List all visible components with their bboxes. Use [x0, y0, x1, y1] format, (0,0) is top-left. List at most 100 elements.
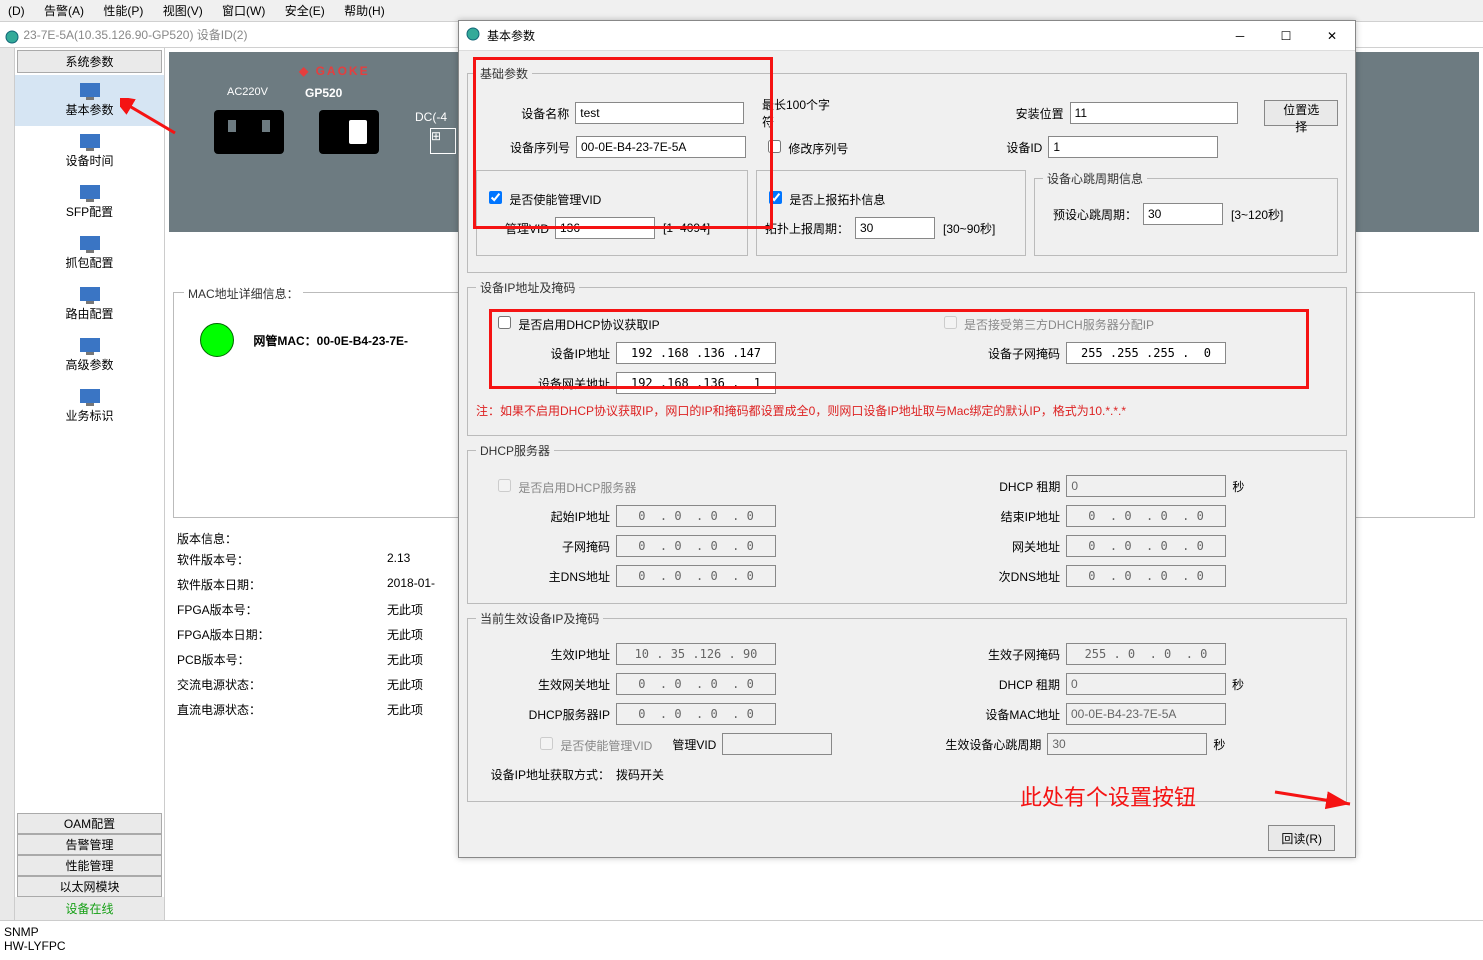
start-input	[616, 505, 776, 527]
menu-d[interactable]: (D)	[0, 4, 33, 18]
sidebar-alarm-mgmt[interactable]: 告警管理	[17, 834, 162, 855]
device-icon	[80, 236, 100, 250]
cur-mac-input	[1066, 703, 1226, 725]
sidebar-header[interactable]: 系统参数	[17, 50, 162, 73]
dhcpsrv-legend: DHCP服务器	[476, 442, 554, 459]
sidebar-item-sfp[interactable]: SFP配置	[15, 177, 164, 228]
ver-value: 无此项	[387, 676, 423, 693]
left-gutter	[0, 48, 15, 920]
ver-label: FPGA版本号：	[177, 601, 387, 618]
menu-alarm[interactable]: 告警(A)	[36, 4, 92, 18]
dhcpsrv-group: DHCP服务器 是否启用DHCP服务器 DHCP 租期 秒 起始IP地址 结束I…	[467, 442, 1347, 604]
name-input[interactable]	[575, 102, 744, 124]
footer-snmp: SNMP	[4, 925, 1479, 939]
reread-button[interactable]: 回读(R)	[1268, 825, 1335, 851]
minimize-button[interactable]: ─	[1217, 21, 1263, 51]
install-input[interactable]	[1070, 102, 1239, 124]
install-label: 安装位置	[841, 105, 1069, 122]
ip-label: 设备IP地址	[476, 345, 616, 362]
sidebar-label: 高级参数	[15, 356, 164, 373]
sec-label: 秒	[1232, 676, 1244, 693]
basic-legend: 基础参数	[476, 65, 532, 82]
topo-input[interactable]	[855, 217, 935, 239]
heartbeat-subgroup: 设备心跳周期信息 预设心跳周期： [3~120秒]	[1034, 170, 1338, 256]
sidebar-oam[interactable]: OAM配置	[17, 813, 162, 834]
basic-group: 基础参数 设备名称 最长100个字符 安装位置 位置选择 设备序列号 修改序列号…	[467, 65, 1347, 273]
device-icon	[80, 134, 100, 148]
position-select-button[interactable]: 位置选择	[1264, 100, 1338, 126]
menu-window[interactable]: 窗口(W)	[214, 4, 273, 18]
topo-range: [30~90秒]	[943, 220, 995, 237]
dns1-input	[616, 565, 776, 587]
topo-checkbox[interactable]: 是否上报拓扑信息	[765, 188, 885, 208]
sidebar: 系统参数 基本参数 设备时间 SFP配置 抓包配置 路由配置 高级参数 业务标识…	[15, 48, 165, 920]
cur-hb-label: 生效设备心跳周期	[832, 736, 1047, 753]
dhcpsrv-en-checkbox: 是否启用DHCP服务器	[494, 476, 636, 496]
sidebar-label: 抓包配置	[15, 254, 164, 271]
sidebar-item-advanced[interactable]: 高级参数	[15, 330, 164, 381]
ver-value: 无此项	[387, 626, 423, 643]
menu-view[interactable]: 视图(V)	[155, 4, 211, 18]
dhcp-checkbox[interactable]: 是否启用DHCP协议获取IP	[494, 313, 660, 333]
sidebar-eth-module[interactable]: 以太网模块	[17, 876, 162, 897]
ip-note: 注：如果不启用DHCP协议获取IP，网口的IP和掩码都设置成全0，则网口设备IP…	[476, 402, 1338, 419]
cur-mask-label: 生效子网掩码	[776, 646, 1066, 663]
dhcp-gw-label: 网关地址	[776, 538, 1066, 555]
dialog-title: 基本参数	[481, 27, 1217, 44]
cur-mac-label: 设备MAC地址	[776, 706, 1066, 723]
device-icon	[80, 185, 100, 199]
sidebar-item-time[interactable]: 设备时间	[15, 126, 164, 177]
title-text: 23-7E-5A(10.35.126.90-GP520) 设备ID(2)	[23, 28, 247, 42]
devid-label: 设备ID	[848, 139, 1048, 156]
enable-mvid-checkbox[interactable]: 是否使能管理VID	[485, 188, 601, 208]
ver-label: 软件版本号：	[177, 551, 387, 568]
sidebar-label: 基本参数	[15, 101, 164, 118]
current-group: 当前生效设备IP及掩码 生效IP地址 生效子网掩码 生效网关地址 DHCP 租期…	[467, 610, 1347, 802]
menu-help[interactable]: 帮助(H)	[336, 4, 393, 18]
mvid-input[interactable]	[555, 217, 655, 239]
sidebar-label: SFP配置	[15, 203, 164, 220]
gw-label: 设备网关地址	[476, 375, 616, 392]
sec-label: 秒	[1232, 478, 1244, 495]
gw-input[interactable]	[616, 372, 776, 394]
basic-params-dialog: 基本参数 ─ ☐ ✕ 基础参数 设备名称 最长100个字符 安装位置 位置选择 …	[458, 20, 1356, 858]
ip-input[interactable]	[616, 342, 776, 364]
maximize-button[interactable]: ☐	[1263, 21, 1309, 51]
lease-label: DHCP 租期	[636, 478, 1066, 495]
menu-perf[interactable]: 性能(P)	[95, 4, 151, 18]
hb-input[interactable]	[1143, 203, 1223, 225]
device-icon	[80, 338, 100, 352]
cur-mask-input	[1066, 643, 1226, 665]
menu-security[interactable]: 安全(E)	[277, 4, 333, 18]
ip-legend: 设备IP地址及掩码	[476, 279, 579, 296]
cur-ip-input	[616, 643, 776, 665]
cur-envid-checkbox: 是否使能管理VID	[536, 734, 652, 754]
model-label: GP520	[305, 86, 342, 100]
mode-value: 拨码开关	[616, 766, 664, 783]
ip-group: 设备IP地址及掩码 是否启用DHCP协议获取IP 是否接受第三方DHCH服务器分…	[467, 279, 1347, 436]
sidebar-item-bizid[interactable]: 业务标识	[15, 381, 164, 432]
footer: SNMP HW-LYFPC	[0, 920, 1483, 960]
dialog-titlebar[interactable]: 基本参数 ─ ☐ ✕	[459, 21, 1355, 51]
hb-legend: 设备心跳周期信息	[1043, 170, 1147, 187]
devid-input[interactable]	[1048, 136, 1218, 158]
sidebar-item-basic[interactable]: 基本参数	[15, 75, 164, 126]
cur-gw-input	[616, 673, 776, 695]
brand-logo: ◆ GAOKE	[299, 64, 370, 78]
sec-label: 秒	[1213, 736, 1225, 753]
mask-input[interactable]	[1066, 342, 1226, 364]
cur-srv-label: DHCP服务器IP	[476, 706, 616, 723]
sn-input[interactable]	[576, 136, 746, 158]
sidebar-item-route[interactable]: 路由配置	[15, 279, 164, 330]
mvid-range: [1~4094]	[663, 221, 710, 235]
dns2-label: 次DNS地址	[776, 568, 1066, 585]
sidebar-perf-mgmt[interactable]: 性能管理	[17, 855, 162, 876]
close-button[interactable]: ✕	[1309, 21, 1355, 51]
ac-label: AC220V	[227, 86, 268, 98]
device-icon	[80, 287, 100, 301]
ver-label: 直流电源状态：	[177, 701, 387, 718]
topo-subgroup: 是否上报拓扑信息 拓扑上报周期： [30~90秒]	[756, 170, 1026, 256]
sidebar-item-capture[interactable]: 抓包配置	[15, 228, 164, 279]
dhcp-mask-input	[616, 535, 776, 557]
modify-sn-checkbox[interactable]: 修改序列号	[764, 137, 848, 157]
